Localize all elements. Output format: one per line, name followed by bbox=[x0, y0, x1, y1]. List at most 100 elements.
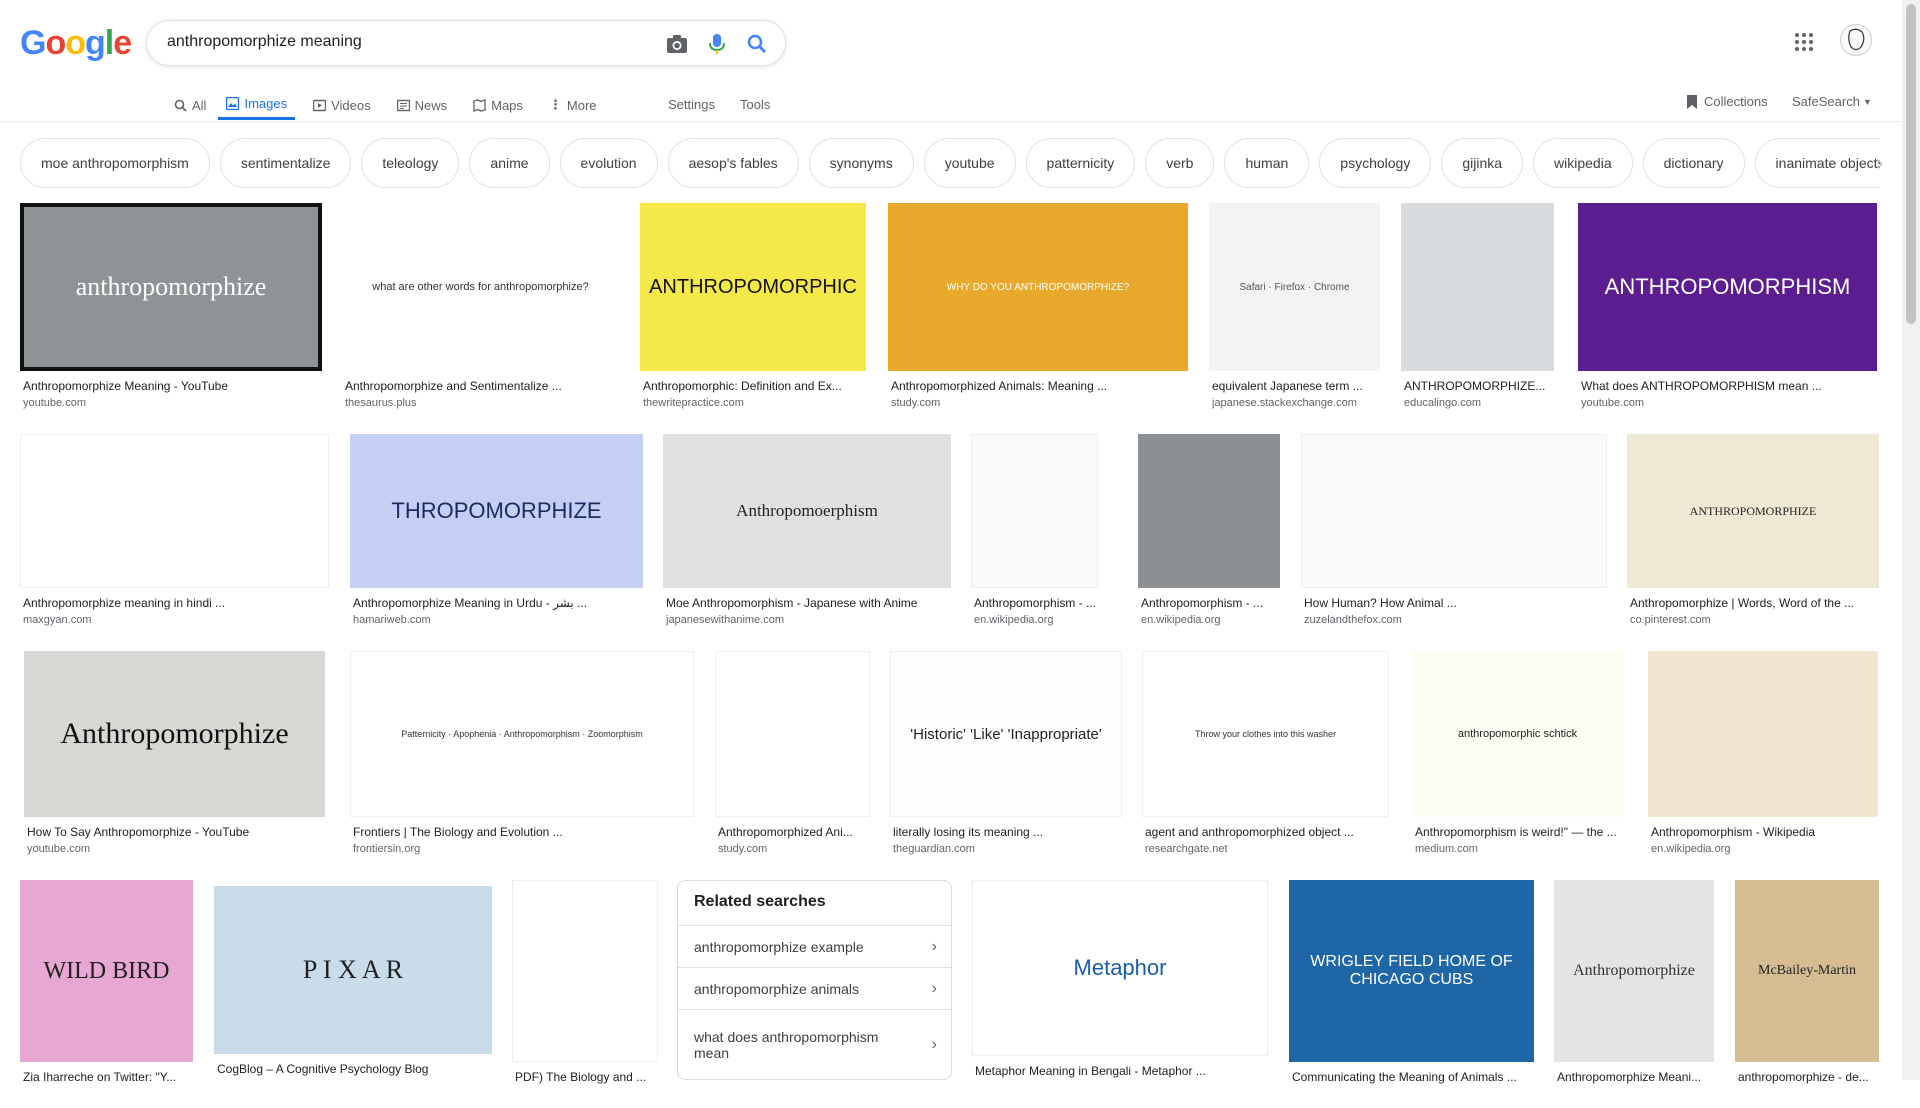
image-result[interactable]: ANTHROPOMORPHISM What does ANTHROPOMORPHI… bbox=[1578, 203, 1877, 417]
result-title[interactable]: Anthropomorphism is weird!" — the ... bbox=[1415, 825, 1622, 839]
result-title[interactable]: Communicating the Meaning of Animals ... bbox=[1292, 1070, 1533, 1084]
tab-all[interactable]: All bbox=[166, 90, 214, 120]
suggestion-chip[interactable]: teleology bbox=[361, 138, 460, 188]
suggestion-chip[interactable]: sentimentalize bbox=[219, 138, 352, 188]
image-thumbnail[interactable]: WILD BIRD bbox=[20, 880, 193, 1062]
image-result[interactable]: How Human? How Animal ... zuzelandthefox.… bbox=[1301, 434, 1607, 634]
tools-link[interactable]: Tools bbox=[740, 90, 770, 120]
image-thumbnail[interactable]: ANTHROPOMORPHISM bbox=[1578, 203, 1877, 371]
result-title[interactable]: Zia Iharreche on Twitter: "Y... bbox=[23, 1070, 192, 1084]
tab-maps[interactable]: Maps bbox=[465, 90, 531, 120]
image-thumbnail[interactable]: Throw your clothes into this washer bbox=[1142, 651, 1389, 817]
tab-more[interactable]: ⋮ More bbox=[541, 90, 605, 120]
result-title[interactable]: Frontiers | The Biology and Evolution ..… bbox=[353, 825, 693, 839]
result-title[interactable]: anthropomorphize - de... bbox=[1738, 1070, 1878, 1084]
settings-link[interactable]: Settings bbox=[668, 90, 715, 120]
image-thumbnail[interactable] bbox=[1301, 434, 1607, 588]
image-result[interactable]: THROPOMORPHIZE Anthropomorphize Meaning i… bbox=[350, 434, 643, 634]
image-thumbnail[interactable]: Safari · Firefox · Chrome bbox=[1209, 203, 1380, 371]
image-thumbnail[interactable]: THROPOMORPHIZE bbox=[350, 434, 643, 588]
result-title[interactable]: Anthropomorphized Ani... bbox=[718, 825, 869, 839]
image-thumbnail[interactable]: WHY DO YOU ANTHROPOMORPHIZE? bbox=[888, 203, 1188, 371]
image-result[interactable]: anthropomorphize Anthropomorphize Meaning… bbox=[20, 203, 322, 417]
result-title[interactable]: Anthropomorphic: Definition and Ex... bbox=[643, 379, 865, 393]
result-title[interactable]: Anthropomorphism - ... bbox=[1141, 596, 1279, 610]
microphone-icon[interactable] bbox=[705, 32, 729, 56]
image-result[interactable]: PDF) The Biology and ... bbox=[512, 880, 658, 1108]
suggestion-chip[interactable]: youtube bbox=[923, 138, 1016, 188]
result-title[interactable]: equivalent Japanese term ... bbox=[1212, 379, 1379, 393]
suggestion-chip[interactable]: synonyms bbox=[808, 138, 914, 188]
image-thumbnail[interactable] bbox=[971, 434, 1098, 588]
tab-news[interactable]: News bbox=[389, 90, 456, 120]
result-title[interactable]: Anthropomorphize Meaning in Urdu - بشر .… bbox=[353, 596, 642, 610]
image-result[interactable]: Safari · Firefox · Chrome equivalent Japa… bbox=[1209, 203, 1380, 417]
image-thumbnail[interactable]: Metaphor bbox=[972, 880, 1268, 1056]
image-result[interactable]: anthropomorphic schtick Anthropomorphism … bbox=[1412, 651, 1623, 863]
image-result[interactable]: WRIGLEY FIELD HOME OF CHICAGO CUBS Commun… bbox=[1289, 880, 1534, 1108]
search-icon[interactable] bbox=[745, 32, 769, 56]
image-thumbnail[interactable] bbox=[20, 434, 329, 588]
image-result[interactable]: Anthropomoerphism Moe Anthropomorphism - … bbox=[663, 434, 951, 634]
image-thumbnail[interactable]: 'Historic' 'Like' 'Inappropriate' bbox=[890, 651, 1122, 817]
image-thumbnail[interactable]: ANTHROPOMORPHIC bbox=[640, 203, 866, 371]
result-title[interactable]: Anthropomorphize Meaning - YouTube bbox=[23, 379, 321, 393]
suggestion-chip[interactable]: verb bbox=[1145, 138, 1215, 188]
suggestion-chip[interactable]: anime bbox=[469, 138, 550, 188]
image-result[interactable]: Throw your clothes into this washer agent… bbox=[1142, 651, 1389, 863]
collections-link[interactable]: Collections bbox=[1686, 90, 1768, 114]
image-thumbnail[interactable]: McBailey-Martin bbox=[1735, 880, 1879, 1062]
result-title[interactable]: PDF) The Biology and ... bbox=[515, 1070, 657, 1084]
result-title[interactable]: Anthropomorphism - ... bbox=[974, 596, 1097, 610]
image-thumbnail[interactable] bbox=[715, 651, 870, 817]
result-title[interactable]: What does ANTHROPOMORPHISM mean ... bbox=[1581, 379, 1876, 393]
scrollbar[interactable] bbox=[1902, 0, 1920, 1080]
suggestion-chip[interactable]: psychology bbox=[1319, 138, 1432, 188]
image-thumbnail[interactable] bbox=[1138, 434, 1280, 588]
image-result[interactable]: WILD BIRD Zia Iharreche on Twitter: "Y... bbox=[20, 880, 193, 1108]
avatar[interactable] bbox=[1840, 24, 1872, 56]
suggestion-chip[interactable]: patternicity bbox=[1025, 138, 1136, 188]
suggestion-chip[interactable]: aesop's fables bbox=[667, 138, 799, 188]
result-title[interactable]: literally losing its meaning ... bbox=[893, 825, 1121, 839]
image-thumbnail[interactable] bbox=[512, 880, 658, 1062]
image-result[interactable]: ANTHROPOMORPHIZE Anthropomorphize | Words… bbox=[1627, 434, 1879, 634]
result-title[interactable]: agent and anthropomorphized object ... bbox=[1145, 825, 1388, 839]
image-result[interactable]: Anthropomorphize meaning in hindi ... max… bbox=[20, 434, 329, 634]
image-result[interactable]: Anthropomorphized Ani... study.com bbox=[715, 651, 870, 863]
image-result[interactable]: Anthropomorphize How To Say Anthropomorph… bbox=[24, 651, 325, 863]
camera-icon[interactable] bbox=[665, 32, 689, 56]
image-result[interactable]: WHY DO YOU ANTHROPOMORPHIZE? Anthropomorp… bbox=[888, 203, 1188, 417]
result-title[interactable]: Anthropomorphism - Wikipedia bbox=[1651, 825, 1877, 839]
suggestion-chip[interactable]: human bbox=[1224, 138, 1310, 188]
search-input[interactable] bbox=[167, 33, 647, 51]
related-item[interactable]: anthropomorphize animals › bbox=[678, 967, 951, 1009]
result-title[interactable]: CogBlog – A Cognitive Psychology Blog bbox=[217, 1062, 491, 1076]
image-result[interactable]: P I X A R CogBlog – A Cognitive Psycholog… bbox=[214, 886, 492, 1100]
image-thumbnail[interactable]: anthropomorphic schtick bbox=[1412, 651, 1623, 817]
result-title[interactable]: Anthropomorphized Animals: Meaning ... bbox=[891, 379, 1187, 393]
apps-grid-icon[interactable] bbox=[1794, 32, 1818, 56]
chevron-right-icon[interactable]: › bbox=[1876, 150, 1883, 176]
image-thumbnail[interactable]: Anthropomorphize bbox=[24, 651, 325, 817]
image-thumbnail[interactable]: anthropomorphize bbox=[20, 203, 322, 371]
suggestion-chip[interactable]: wikipedia bbox=[1533, 138, 1633, 188]
image-thumbnail[interactable] bbox=[1648, 651, 1878, 817]
image-result[interactable]: ANTHROPOMORPHIC Anthropomorphic: Definiti… bbox=[640, 203, 866, 417]
image-result[interactable]: Patternicity · Apophenia · Anthropomorph… bbox=[350, 651, 694, 863]
result-title[interactable]: ANTHROPOMORPHIZE... bbox=[1404, 379, 1553, 393]
image-thumbnail[interactable]: P I X A R bbox=[214, 886, 492, 1054]
related-item[interactable]: what does anthropomorphism mean › bbox=[678, 1009, 951, 1079]
image-result[interactable]: Anthropomorphism - Wikipedia en.wikipedia… bbox=[1648, 651, 1878, 863]
image-result[interactable]: Anthropomorphize Anthropomorphize Meani..… bbox=[1554, 880, 1714, 1108]
image-result[interactable]: Metaphor Metaphor Meaning in Bengali - Me… bbox=[972, 880, 1268, 1102]
image-result[interactable]: Anthropomorphism - ... en.wikipedia.org bbox=[971, 434, 1098, 634]
image-result[interactable]: what are other words for anthropomorphiz… bbox=[342, 203, 619, 417]
result-title[interactable]: Anthropomorphize | Words, Word of the ..… bbox=[1630, 596, 1878, 610]
safesearch-dropdown[interactable]: SafeSearch ▼ bbox=[1792, 90, 1872, 114]
image-thumbnail[interactable]: Patternicity · Apophenia · Anthropomorph… bbox=[350, 651, 694, 817]
image-thumbnail[interactable] bbox=[1401, 203, 1554, 371]
image-result[interactable]: McBailey-Martin anthropomorphize - de... bbox=[1735, 880, 1879, 1108]
result-title[interactable]: Anthropomorphize Meani... bbox=[1557, 1070, 1713, 1084]
image-thumbnail[interactable]: Anthropomorphize bbox=[1554, 880, 1714, 1062]
